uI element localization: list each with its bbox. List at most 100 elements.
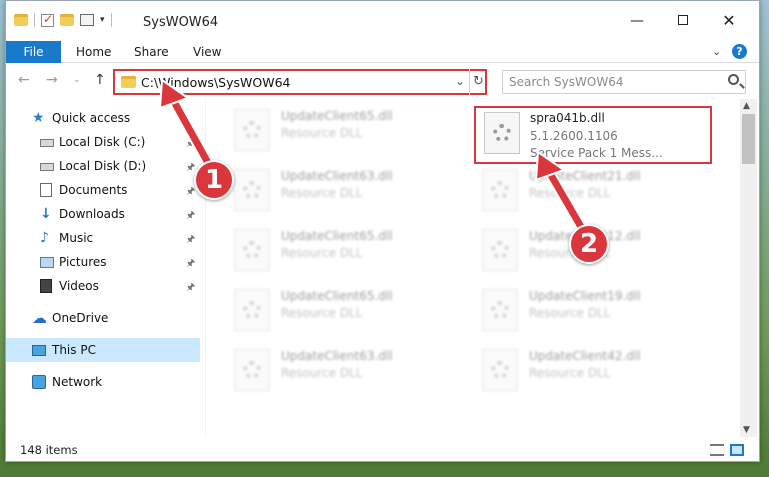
highlighted-file-item[interactable]: spra041b.dll 5.1.2600.1106 Service Pack … xyxy=(474,106,712,164)
file-type: Resource DLL xyxy=(281,126,363,140)
pin-icon[interactable]: 🖈 xyxy=(186,136,195,153)
network-icon xyxy=(32,375,46,389)
properties-icon[interactable] xyxy=(80,14,94,26)
chevron-down-icon[interactable]: ⌄ xyxy=(455,74,465,88)
sidebar-item-label: This PC xyxy=(52,343,96,357)
scroll-up-icon[interactable]: ▲ xyxy=(743,101,750,111)
dll-file-icon xyxy=(482,349,518,391)
drive-icon xyxy=(40,139,54,147)
sidebar-item-this-pc[interactable]: This PC xyxy=(6,338,200,362)
scroll-down-icon[interactable]: ▼ xyxy=(743,425,750,435)
sidebar-item-pictures[interactable]: Pictures 🖈 xyxy=(6,250,200,274)
search-placeholder: Search SysWOW64 xyxy=(509,75,624,89)
large-icons-view-icon[interactable] xyxy=(730,444,744,456)
recent-locations-icon[interactable]: ⌄ xyxy=(73,75,81,85)
pin-icon[interactable]: 🖈 xyxy=(186,256,195,273)
window-title: SysWOW64 xyxy=(143,15,219,30)
step-1-badge: 1 xyxy=(194,160,234,200)
list-item[interactable]: UpdateClient21.dll Resource DLL xyxy=(474,161,710,213)
ribbon-tabs: File Home Share View ⌄ ? xyxy=(6,41,759,63)
file-name: spra041b.dll xyxy=(530,111,605,125)
sidebar-item-label: Music xyxy=(59,231,94,245)
sidebar-item-downloads[interactable]: ↓ Downloads 🖈 xyxy=(6,202,200,226)
sidebar-item-local-disk-d[interactable]: Local Disk (D:) 🖈 xyxy=(6,154,200,178)
pin-icon[interactable]: 🖈 xyxy=(186,232,195,249)
vertical-scrollbar[interactable]: ▲ ▼ xyxy=(740,99,757,437)
list-item[interactable]: UpdateClient65.dll Resource DLL xyxy=(226,101,462,153)
sidebar-item-local-disk-c[interactable]: Local Disk (C:) 🖈 xyxy=(6,130,200,154)
search-icon xyxy=(728,74,739,85)
dll-file-icon xyxy=(234,109,270,151)
details-view-icon[interactable] xyxy=(710,444,724,456)
minimize-button[interactable]: — xyxy=(622,9,652,33)
file-type: Resource DLL xyxy=(529,306,611,320)
tab-file[interactable]: File xyxy=(6,41,61,63)
refresh-icon[interactable]: ↻ xyxy=(469,69,487,95)
drive-icon xyxy=(40,163,54,171)
list-item[interactable]: UpdateClient65.dll Resource DLL xyxy=(226,281,462,333)
tab-view[interactable]: View xyxy=(181,41,233,63)
pin-icon[interactable]: 🖈 xyxy=(186,280,195,297)
sidebar-item-videos[interactable]: Videos 🖈 xyxy=(6,274,200,298)
maximize-button[interactable] xyxy=(668,9,698,33)
downloads-icon: ↓ xyxy=(40,206,52,222)
sidebar-item-label: Local Disk (D:) xyxy=(59,159,147,173)
dll-file-icon xyxy=(484,112,520,154)
dll-file-icon xyxy=(234,169,270,211)
gear-icon xyxy=(491,361,509,379)
file-type: Resource DLL xyxy=(281,246,363,260)
sidebar-item-quick-access[interactable]: ★ Quick access xyxy=(6,106,200,130)
dll-file-icon xyxy=(482,289,518,331)
toolbar-divider xyxy=(110,13,112,27)
sidebar-item-network[interactable]: Network xyxy=(6,370,200,394)
gear-icon xyxy=(243,181,261,199)
list-item[interactable]: UpdateClient63.dll Resource DLL xyxy=(226,341,462,393)
scroll-thumb[interactable] xyxy=(742,114,755,164)
dll-file-icon xyxy=(234,289,270,331)
sidebar-item-documents[interactable]: Documents 🖈 xyxy=(6,178,200,202)
file-type: Resource DLL xyxy=(281,306,363,320)
address-path[interactable]: C:\Windows\SysWOW64 xyxy=(141,75,290,90)
list-item[interactable]: UpdateClient63.dll Resource DLL xyxy=(226,161,462,213)
list-item[interactable]: UpdateClient19.dll Resource DLL xyxy=(474,281,710,333)
gear-icon xyxy=(493,124,511,142)
file-name: UpdateClient42.dll xyxy=(529,349,641,363)
pin-icon[interactable]: 🖈 xyxy=(186,184,195,201)
address-bar[interactable]: C:\Windows\SysWOW64 ⌄ ↻ xyxy=(113,69,487,95)
file-description: Service Pack 1 Mess... xyxy=(530,146,663,160)
gear-icon xyxy=(491,241,509,259)
list-item[interactable]: UpdateClient65.dll Resource DLL xyxy=(226,221,462,273)
new-folder-icon[interactable] xyxy=(60,14,74,26)
sidebar-item-onedrive[interactable]: ☁ OneDrive xyxy=(6,306,200,330)
search-input[interactable]: Search SysWOW64 xyxy=(502,70,746,94)
up-arrow-icon[interactable]: ↑ xyxy=(94,72,106,88)
help-icon[interactable]: ? xyxy=(732,44,747,59)
sidebar-item-music[interactable]: ♪ Music 🖈 xyxy=(6,226,200,250)
dll-file-icon xyxy=(234,229,270,271)
navigation-pane: ★ Quick access Local Disk (C:) 🖈 Local D… xyxy=(6,101,206,435)
close-button[interactable]: ✕ xyxy=(714,9,744,33)
dll-file-icon xyxy=(482,169,518,211)
folder-icon xyxy=(121,76,136,88)
sidebar-item-label: Videos xyxy=(59,279,99,293)
sidebar-item-label: Downloads xyxy=(59,207,125,221)
chevron-down-icon[interactable]: ▾ xyxy=(100,15,105,25)
pin-icon[interactable]: 🖈 xyxy=(186,208,195,225)
expand-ribbon-icon[interactable]: ⌄ xyxy=(712,45,721,58)
gear-icon xyxy=(243,241,261,259)
tab-home[interactable]: Home xyxy=(64,41,123,63)
back-arrow-icon[interactable]: ← xyxy=(18,72,30,88)
file-type: Resource DLL xyxy=(281,186,363,200)
list-item[interactable]: UpdateClient42.dll Resource DLL xyxy=(474,341,710,393)
folder-icon[interactable] xyxy=(14,14,28,26)
explorer-window: ▾ SysWOW64 — ✕ File Home Share View ⌄ ? … xyxy=(5,0,760,462)
cloud-icon: ☁ xyxy=(32,309,47,327)
tab-share[interactable]: Share xyxy=(122,41,181,63)
forward-arrow-icon[interactable]: → xyxy=(46,72,58,88)
file-name: UpdateClient65.dll xyxy=(281,109,393,123)
toolbar-divider xyxy=(34,13,35,27)
sidebar-item-label: Pictures xyxy=(59,255,107,269)
sidebar-item-label: Local Disk (C:) xyxy=(59,135,146,149)
properties-check-icon[interactable] xyxy=(41,12,54,27)
sidebar-item-label: Network xyxy=(52,375,103,389)
